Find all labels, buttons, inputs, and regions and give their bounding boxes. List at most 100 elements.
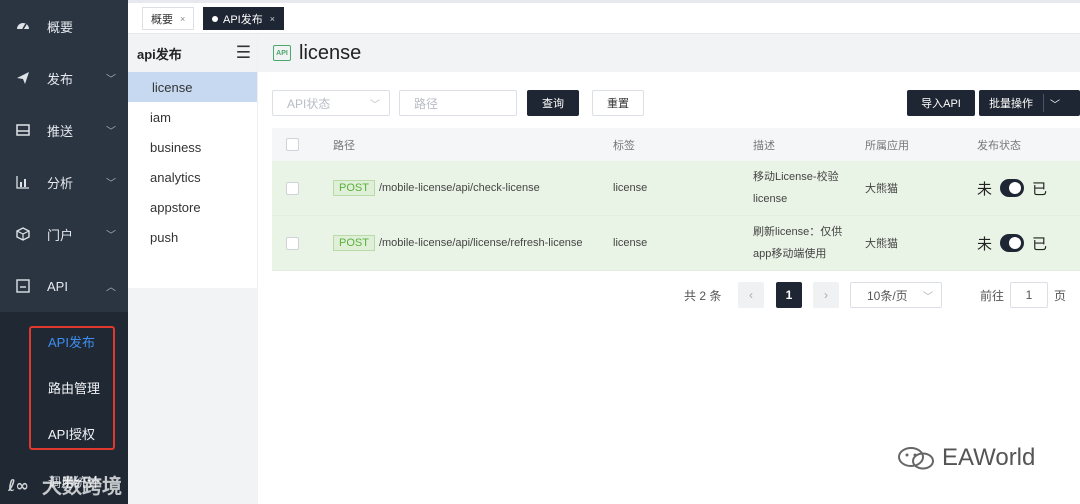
chart-icon bbox=[16, 175, 30, 189]
batch-operation-button[interactable]: 批量操作 ﹀ bbox=[979, 90, 1080, 116]
page-title: license bbox=[299, 41, 362, 64]
header-path: 路径 bbox=[333, 139, 355, 152]
goto-page-input[interactable]: 1 bbox=[1010, 282, 1049, 308]
cube-icon bbox=[16, 227, 30, 241]
tag-cell: license bbox=[613, 182, 648, 194]
nav-item-overview[interactable]: 概要 bbox=[0, 0, 128, 52]
chevron-down-icon: ﹀ bbox=[106, 230, 116, 242]
close-icon[interactable]: × bbox=[180, 14, 185, 24]
published-label: 已 bbox=[1032, 180, 1048, 198]
page-size-value: 10条/页 bbox=[867, 288, 908, 303]
api-status-select[interactable]: API状态 ﹀ bbox=[272, 90, 390, 116]
nav-item-push[interactable]: 推送 ﹀ bbox=[0, 104, 128, 156]
close-icon[interactable]: × bbox=[270, 14, 275, 24]
publish-toggle[interactable] bbox=[1000, 234, 1025, 252]
row-checkbox[interactable] bbox=[286, 181, 299, 195]
current-page-button[interactable]: 1 bbox=[776, 282, 802, 308]
api-table: 路径 标签 描述 所属应用 发布状态 POST /mobile-license/… bbox=[272, 128, 1080, 271]
path-input[interactable]: 路径 bbox=[399, 90, 517, 116]
watermark-text: 大数跨境 bbox=[42, 476, 122, 498]
description-cell: 移动License-校验license bbox=[753, 161, 853, 215]
watermark-left: ℓ∞ 大数跨境 bbox=[8, 470, 122, 499]
nav-item-publish[interactable]: 发布 ﹀ bbox=[0, 52, 128, 104]
select-all-checkbox[interactable] bbox=[286, 138, 299, 151]
unpublished-label: 未 bbox=[977, 180, 993, 198]
api-icon bbox=[16, 279, 30, 293]
chevron-down-icon: ﹀ bbox=[106, 178, 116, 190]
page-size-select[interactable]: 10条/页 ﹀ bbox=[850, 282, 942, 308]
secondary-item-license[interactable]: license bbox=[128, 72, 257, 102]
secondary-item-analytics[interactable]: analytics bbox=[128, 162, 257, 192]
header-publish-status: 发布状态 bbox=[977, 139, 1021, 152]
reset-button[interactable]: 重置 bbox=[592, 90, 644, 116]
method-tag: POST bbox=[333, 180, 375, 196]
secondary-item-business[interactable]: business bbox=[128, 132, 257, 162]
nav-item-label: 分析 bbox=[47, 175, 74, 191]
send-icon bbox=[16, 71, 30, 85]
row-checkbox-cell bbox=[286, 216, 299, 270]
table-header: 路径 标签 描述 所属应用 发布状态 bbox=[272, 128, 1080, 161]
secondary-item-push[interactable]: push bbox=[128, 222, 257, 252]
status-cell: 未 已 bbox=[977, 161, 1047, 215]
row-checkbox[interactable] bbox=[286, 236, 299, 250]
table-row[interactable]: POST /mobile-license/api/check-license l… bbox=[272, 161, 1080, 216]
tag-cell: license bbox=[613, 237, 648, 249]
row-checkbox-cell bbox=[286, 161, 299, 215]
nav-item-api[interactable]: API ︿ bbox=[0, 260, 128, 312]
content-panel: API状态 ﹀ 路径 查询 重置 导入API 批量操作 ﹀ 路径 标签 描述 所… bbox=[258, 72, 1080, 504]
chevron-up-icon: ︿ bbox=[106, 282, 116, 294]
tab-bar: 概要 × API发布 × bbox=[128, 0, 1080, 34]
watermark-right: EAWorld bbox=[896, 444, 1035, 472]
nav-item-portal[interactable]: 门户 ﹀ bbox=[0, 208, 128, 260]
nav-item-label: API bbox=[47, 278, 68, 294]
secondary-item-iam[interactable]: iam bbox=[128, 102, 257, 132]
toggle-knob bbox=[1009, 237, 1022, 249]
path-text: /mobile-license/api/license/refresh-lice… bbox=[378, 237, 583, 249]
total-count: 共 2 条 bbox=[684, 288, 722, 303]
next-page-button[interactable]: › bbox=[813, 282, 839, 308]
header-description: 描述 bbox=[753, 139, 775, 152]
path-cell: POST /mobile-license/api/license/refresh… bbox=[333, 216, 583, 270]
dashboard-icon bbox=[16, 19, 30, 33]
select-placeholder: API状态 bbox=[287, 96, 331, 111]
api-badge-icon: API bbox=[273, 45, 291, 61]
nav-item-analysis[interactable]: 分析 ﹀ bbox=[0, 156, 128, 208]
publish-toggle[interactable] bbox=[1000, 179, 1025, 197]
tab-label: 概要 bbox=[151, 13, 173, 26]
app-cell: 大熊猫 bbox=[865, 238, 898, 250]
goto-page: 前往 1 页 bbox=[980, 282, 1066, 308]
description-text: 移动License-校验license bbox=[753, 171, 839, 205]
header-app: 所属应用 bbox=[865, 139, 909, 152]
path-cell: POST /mobile-license/api/check-license bbox=[333, 161, 540, 215]
active-dot-icon bbox=[212, 15, 218, 22]
secondary-item-appstore[interactable]: appstore bbox=[128, 192, 257, 222]
nav-item-label: 门户 bbox=[47, 227, 74, 243]
table-row[interactable]: POST /mobile-license/api/license/refresh… bbox=[272, 216, 1080, 271]
chevron-down-icon[interactable]: ﹀ bbox=[1044, 96, 1066, 111]
batch-operation-label: 批量操作 bbox=[989, 98, 1033, 110]
chevron-down-icon: ﹀ bbox=[923, 291, 933, 303]
nav-item-label: 发布 bbox=[47, 71, 74, 87]
app-window: 概要 发布 ﹀ 推送 ﹀ 分析 ﹀ 门户 ﹀ API ︿ API发布 路由管理 … bbox=[0, 0, 1080, 504]
import-api-button[interactable]: 导入API bbox=[907, 90, 975, 116]
prev-page-button[interactable]: ‹ bbox=[738, 282, 764, 308]
secondary-menu-title: api发布 bbox=[137, 46, 182, 62]
tab-overview[interactable]: 概要 × bbox=[142, 7, 195, 30]
chevron-down-icon: ﹀ bbox=[106, 126, 116, 138]
description-cell: 刷新license：仅供app移动端使用 bbox=[753, 216, 853, 270]
hamburger-menu-icon[interactable]: ☰ bbox=[236, 43, 251, 63]
secondary-menu: api发布 ☰ license iam business analytics a… bbox=[128, 34, 258, 504]
secondary-menu-list: license iam business analytics appstore … bbox=[128, 72, 257, 252]
wechat-icon bbox=[898, 447, 934, 470]
tab-api-publish[interactable]: API发布 × bbox=[203, 7, 284, 30]
divider bbox=[128, 0, 1080, 3]
tab-label: API发布 bbox=[223, 13, 263, 26]
description-text: 刷新license：仅供app移动端使用 bbox=[753, 226, 843, 260]
secondary-menu-header: api发布 ☰ bbox=[128, 34, 257, 72]
unpublished-label: 未 bbox=[977, 235, 993, 253]
published-label: 已 bbox=[1032, 235, 1048, 253]
query-button[interactable]: 查询 bbox=[527, 90, 579, 116]
input-placeholder: 路径 bbox=[414, 96, 439, 111]
path-text: /mobile-license/api/check-license bbox=[378, 182, 540, 194]
page-unit-label: 页 bbox=[1054, 288, 1067, 303]
